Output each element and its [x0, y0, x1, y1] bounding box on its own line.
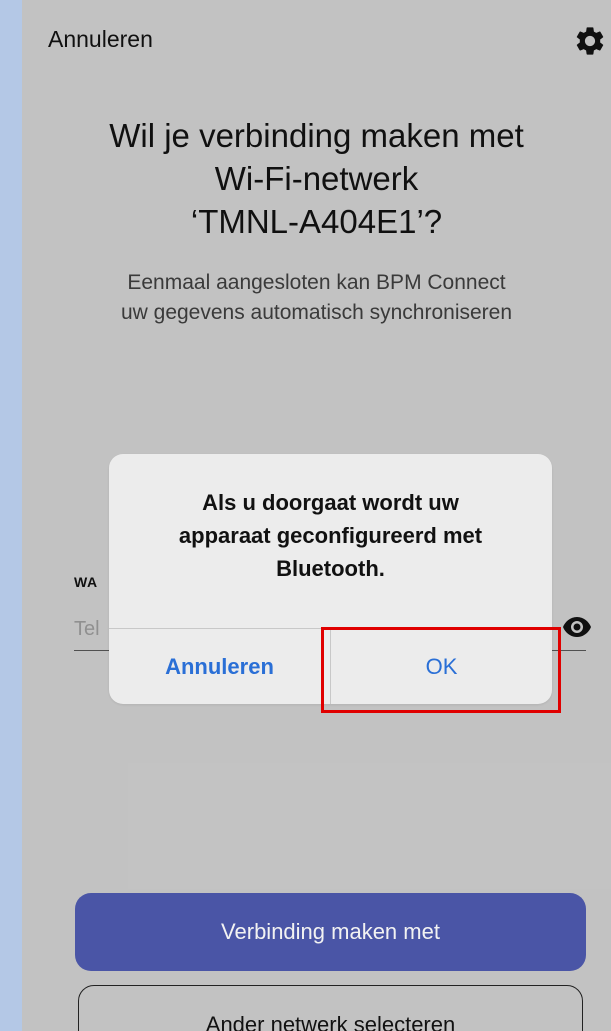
dialog-ok-button[interactable]: OK — [331, 629, 552, 704]
dialog-cancel-button[interactable]: Annuleren — [109, 629, 330, 704]
dialog-message: Als u doorgaat wordt uw apparaat geconfi… — [129, 486, 532, 585]
connect-button[interactable]: Verbinding maken met — [75, 893, 586, 971]
bluetooth-alert-dialog: Als u doorgaat wordt uw apparaat geconfi… — [109, 454, 552, 704]
phone-screen: Annuleren Wil je verbinding maken met Wi… — [22, 0, 611, 1031]
dialog-message-line: apparaat geconfigureerd met — [178, 523, 483, 548]
select-other-network-button[interactable]: Ander netwerk selecteren — [78, 985, 583, 1031]
dialog-message-line: Bluetooth. — [276, 556, 385, 581]
dialog-message-line: Als u doorgaat wordt uw — [202, 490, 459, 515]
